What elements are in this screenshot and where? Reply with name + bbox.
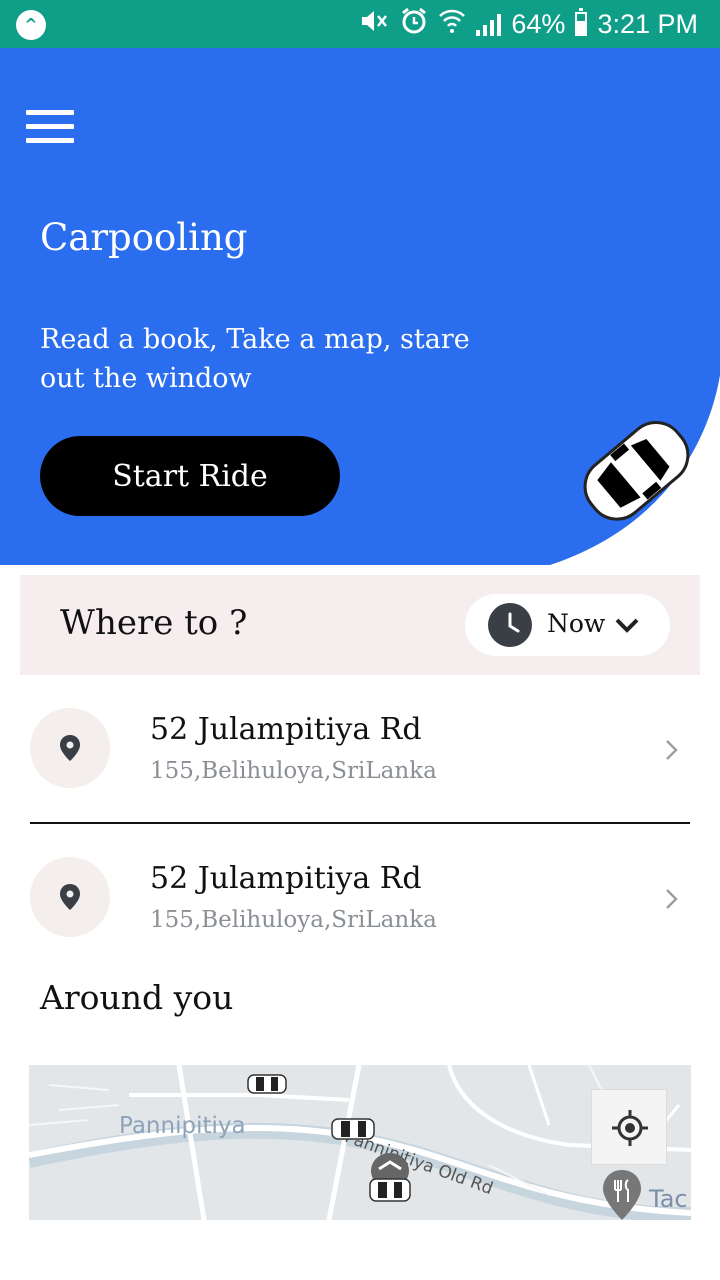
car-marker-icon[interactable] [331, 1117, 375, 1141]
time-selector[interactable]: Now [465, 594, 670, 656]
time-selector-label: Now [547, 609, 606, 638]
divider [30, 822, 690, 824]
location-address: 155,Belihuloya,SriLanka [150, 758, 437, 784]
battery-percent: 64% [511, 8, 566, 39]
hero-subtitle: Read a book, Take a map, stare out the w… [40, 324, 470, 394]
start-ride-button[interactable]: Start Ride [40, 436, 340, 516]
location-pin-icon [30, 857, 110, 937]
where-to-bar[interactable]: Where to ? Now [20, 575, 700, 675]
car-marker-icon[interactable] [247, 1073, 287, 1095]
wifi-icon [438, 8, 466, 41]
hero-banner: Carpooling Read a book, Take a map, star… [0, 48, 720, 565]
car-marker-icon[interactable] [369, 1153, 411, 1215]
around-you-heading: Around you [40, 978, 234, 1017]
map-label-area: Pannipitiya [119, 1113, 246, 1139]
chevron-down-icon [615, 618, 639, 633]
my-location-button[interactable] [591, 1089, 667, 1165]
location-pin-icon [30, 708, 110, 788]
alarm-icon [400, 7, 428, 42]
location-title: 52 Julampitiya Rd [150, 712, 422, 747]
map-label-place: Tac [649, 1185, 688, 1213]
battery-icon [575, 8, 588, 36]
clock-time: 3:21 PM [597, 8, 698, 39]
crosshair-icon [612, 1110, 648, 1146]
mute-icon [360, 8, 390, 41]
status-icons: 64% 3:21 PM [360, 0, 698, 48]
chevron-right-icon [666, 740, 678, 760]
menu-icon[interactable] [26, 110, 74, 144]
where-to-label: Where to ? [60, 603, 248, 643]
car-illustration [583, 421, 690, 521]
status-bar: ^ 64% 3:21 PM [0, 0, 720, 48]
chevron-right-icon [666, 889, 678, 909]
restaurant-icon[interactable] [601, 1170, 643, 1220]
saved-location-item[interactable]: 52 Julampitiya Rd 155,Belihuloya,SriLank… [30, 708, 690, 798]
saved-location-item[interactable]: 52 Julampitiya Rd 155,Belihuloya,SriLank… [30, 857, 690, 947]
location-title: 52 Julampitiya Rd [150, 861, 422, 896]
app-notification-icon: ^ [16, 10, 46, 40]
clock-icon [488, 603, 532, 647]
hero-title: Carpooling [40, 216, 248, 259]
signal-icon [476, 12, 502, 36]
nearby-map[interactable]: Pannipitiya Pannipitiya Old Rd Tac [29, 1065, 691, 1220]
location-address: 155,Belihuloya,SriLanka [150, 907, 437, 933]
